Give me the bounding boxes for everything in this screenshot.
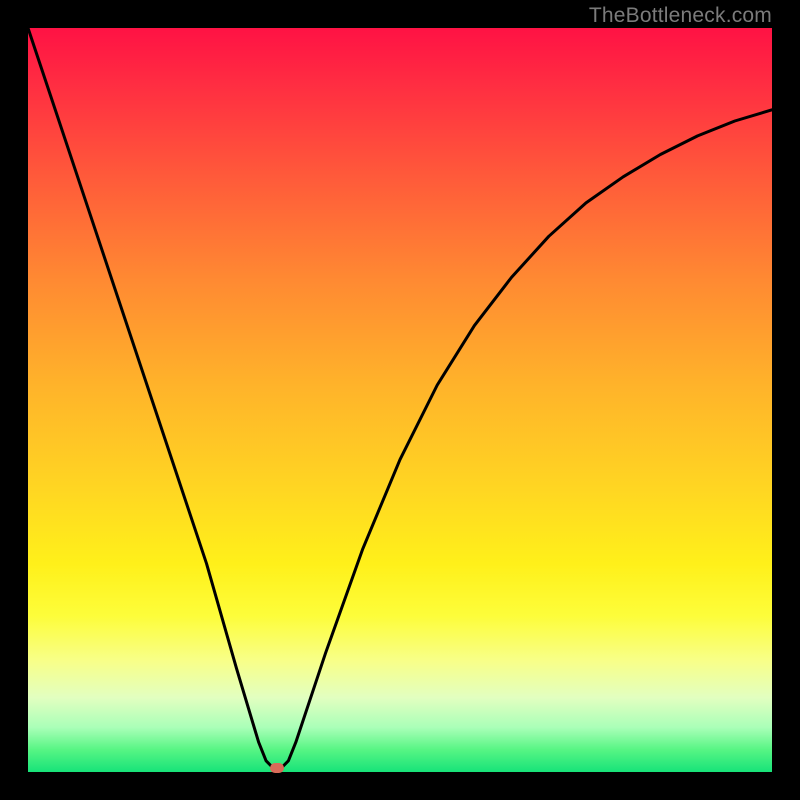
watermark-text: TheBottleneck.com	[589, 4, 772, 28]
chart-frame	[0, 0, 800, 800]
curve-path	[28, 28, 772, 768]
bottleneck-curve	[28, 28, 772, 772]
optimum-marker	[270, 763, 284, 773]
chart-background-gradient	[28, 28, 772, 772]
